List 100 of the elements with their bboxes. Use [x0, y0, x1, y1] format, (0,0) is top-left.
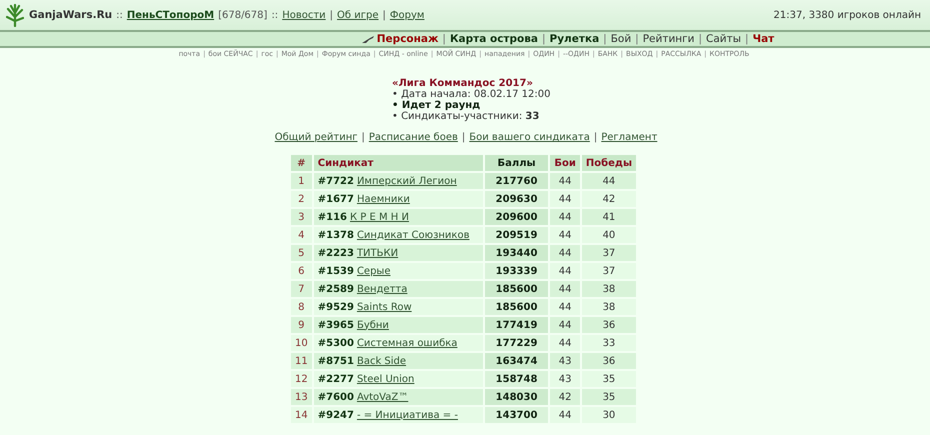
points-cell: 217760: [484, 173, 548, 189]
fights-cell: 43: [550, 353, 580, 369]
fights-cell: 44: [550, 317, 580, 333]
nav-link[interactable]: Рулетка: [550, 33, 600, 45]
separator-text: |: [745, 33, 749, 45]
syndicate-link[interactable]: Серые: [356, 266, 390, 276]
nav-link[interactable]: Персонаж: [376, 33, 438, 45]
separator-text: |: [442, 33, 446, 45]
fights-cell: 43: [550, 371, 580, 387]
online-status: 21:37, 3380 игроков онлайн: [774, 10, 921, 20]
fights-cell: 44: [550, 245, 580, 261]
syndicate-link[interactable]: Steel Union: [356, 374, 414, 384]
fights-cell: 44: [550, 281, 580, 297]
wins-cell: 44: [582, 173, 636, 189]
nav-link[interactable]: Сайты: [706, 33, 742, 45]
wins-cell: 42: [582, 191, 636, 207]
syndicate-link[interactable]: ТИТЬКИ: [356, 248, 398, 258]
separator-text: ::: [271, 10, 278, 20]
syndicate-link[interactable]: AvtoVaZ™: [356, 392, 408, 402]
nav-link[interactable]: Бой: [610, 33, 632, 45]
rank-cell: 8: [291, 299, 312, 315]
wins-cell: 36: [582, 353, 636, 369]
rating-link[interactable]: Расписание боев: [368, 132, 458, 143]
points-cell: 163474: [484, 353, 548, 369]
separator-text: |: [594, 132, 598, 143]
user-link[interactable]: ПеньСТопороМ: [126, 10, 214, 20]
column-header: #: [291, 155, 312, 171]
nav-link[interactable]: Карта острова: [450, 33, 538, 45]
separator-text: ::: [116, 10, 123, 20]
syndicate-id: #2589: [318, 284, 354, 294]
syndicate-link[interactable]: Вендетта: [356, 284, 408, 294]
rank-cell: 1: [291, 173, 312, 189]
points-cell: 209630: [484, 191, 548, 207]
wins-cell: 30: [582, 407, 636, 423]
rating-link[interactable]: Бои вашего синдиката: [469, 132, 590, 143]
points-cell: 193440: [484, 245, 548, 261]
points-cell: 158748: [484, 371, 548, 387]
separator-text: |: [635, 33, 639, 45]
nav-link[interactable]: Чат: [752, 33, 774, 45]
wins-cell: 35: [582, 371, 636, 387]
leaf-icon: [6, 3, 24, 27]
separator-text: |: [382, 10, 386, 20]
site-name: GanjaWars.Ru: [29, 9, 112, 21]
syndicate-id: #2223: [318, 248, 354, 258]
rank-cell: 9: [291, 317, 312, 333]
points-cell: 148030: [484, 389, 548, 405]
syndicate-id: #1539: [318, 266, 354, 276]
points-cell: 209519: [484, 227, 548, 243]
rank-cell: 3: [291, 209, 312, 225]
rank-cell: 10: [291, 335, 312, 351]
round-status: • Идет 2 раунд: [392, 100, 482, 111]
wins-cell: 36: [582, 317, 636, 333]
syndicate-link[interactable]: - = Инициатива = -: [356, 410, 458, 420]
syndicate-link[interactable]: Back Side: [356, 356, 406, 366]
syndicate-link[interactable]: Синдикат Союзников: [356, 230, 470, 240]
syndicate-link[interactable]: Наемники: [356, 194, 410, 204]
fights-cell: 44: [550, 191, 580, 207]
league-title: «Лига Коммандос 2017»: [392, 78, 534, 89]
fights-cell: 44: [550, 173, 580, 189]
wins-cell: 37: [582, 245, 636, 261]
points-cell: 177419: [484, 317, 548, 333]
nav-link[interactable]: Рейтинги: [642, 33, 694, 45]
wins-cell: 40: [582, 227, 636, 243]
header-link[interactable]: Новости: [282, 10, 326, 20]
column-header: Баллы: [484, 155, 548, 171]
rating-link[interactable]: Регламент: [601, 132, 658, 143]
wins-cell: 35: [582, 389, 636, 405]
points-cell: 143700: [484, 407, 548, 423]
column-header: Синдикат: [314, 155, 483, 171]
points-cell: 177229: [484, 335, 548, 351]
rank-cell: 5: [291, 245, 312, 261]
rating-link[interactable]: Общий рейтинг: [274, 132, 358, 143]
fights-cell: 44: [550, 263, 580, 279]
fights-cell: 44: [550, 407, 580, 423]
rank-cell: 7: [291, 281, 312, 297]
syndicate-id: #7600: [318, 392, 354, 402]
wins-cell: 41: [582, 209, 636, 225]
wins-cell: 38: [582, 299, 636, 315]
wins-cell: 38: [582, 281, 636, 297]
syndicate-link[interactable]: Saints Row: [356, 302, 412, 312]
separator-text: |: [603, 33, 607, 45]
column-header: Победы: [582, 155, 636, 171]
fights-cell: 44: [550, 227, 580, 243]
syndicate-id: #5300: [318, 338, 354, 348]
fights-cell: 44: [550, 209, 580, 225]
syndicate-link[interactable]: Системная ошибка: [356, 338, 458, 348]
header-link[interactable]: Об игре: [337, 10, 379, 20]
syndicate-link[interactable]: К Р Е М Н И: [350, 212, 409, 222]
syndicate-link[interactable]: Имперский Легион: [356, 176, 457, 186]
points-cell: 193339: [484, 263, 548, 279]
rank-cell: 14: [291, 407, 312, 423]
points-cell: 185600: [484, 281, 548, 297]
syndicate-id: #1378: [318, 230, 354, 240]
rank-cell: 12: [291, 371, 312, 387]
header-link[interactable]: Форум: [390, 10, 424, 20]
rank-cell: 13: [291, 389, 312, 405]
syndicate-id: #9247: [318, 410, 354, 420]
syndicate-link[interactable]: Бубни: [356, 320, 389, 330]
syndicate-id: #3965: [318, 320, 354, 330]
rank-cell: 6: [291, 263, 312, 279]
